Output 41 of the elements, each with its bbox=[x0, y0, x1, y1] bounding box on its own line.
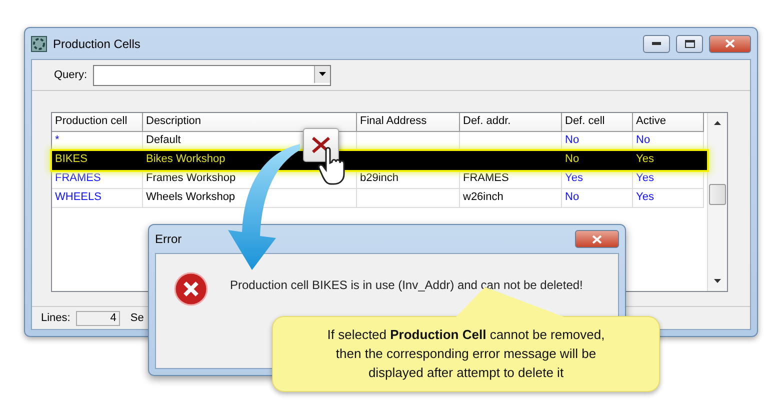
maximize-icon[interactable] bbox=[684, 40, 694, 48]
table-cell: w26inch bbox=[460, 189, 562, 208]
table-cell: FRAMES bbox=[52, 170, 143, 189]
column-header[interactable]: Def. cell bbox=[562, 113, 633, 132]
maximize-button[interactable] bbox=[676, 34, 703, 52]
table-cell: FRAMES bbox=[460, 170, 562, 189]
column-header[interactable]: Def. addr. bbox=[460, 113, 562, 132]
scrollbar[interactable] bbox=[707, 113, 727, 291]
error-icon bbox=[174, 272, 208, 306]
query-label: Query: bbox=[54, 69, 88, 81]
table-cell: No bbox=[562, 189, 633, 208]
table-cell: Yes bbox=[633, 189, 704, 208]
table-cell: No bbox=[562, 151, 633, 170]
column-header[interactable]: Final Address bbox=[357, 113, 460, 132]
delete-icon[interactable] bbox=[310, 135, 332, 155]
column-header[interactable]: Description bbox=[143, 113, 357, 132]
query-dropdown[interactable] bbox=[93, 64, 332, 86]
table-cell: BIKES bbox=[52, 151, 143, 170]
close-icon[interactable] bbox=[725, 39, 735, 48]
minimize-button[interactable] bbox=[643, 34, 670, 52]
window-title: Production Cells bbox=[53, 36, 142, 50]
scroll-down-icon[interactable] bbox=[714, 279, 721, 283]
table-cell: WHEELS bbox=[52, 189, 143, 208]
scroll-thumb[interactable] bbox=[709, 184, 726, 205]
column-header[interactable]: Active bbox=[633, 113, 704, 132]
delete-button[interactable] bbox=[303, 128, 339, 162]
table-cell: Yes bbox=[562, 170, 633, 189]
close-icon[interactable] bbox=[592, 234, 602, 244]
column-header[interactable]: Production cell bbox=[52, 113, 143, 132]
dialog-close-button[interactable] bbox=[575, 230, 619, 248]
status-label: Se bbox=[130, 312, 144, 324]
lines-count: 4 bbox=[76, 310, 120, 326]
lines-label: Lines: bbox=[41, 312, 70, 324]
scroll-up-icon[interactable] bbox=[714, 121, 721, 125]
dialog-title: Error bbox=[155, 232, 183, 246]
app-icon bbox=[31, 36, 47, 52]
table-cell: b29inch bbox=[357, 170, 460, 189]
table-cell: Yes bbox=[633, 170, 704, 189]
close-button[interactable] bbox=[709, 34, 751, 52]
table-cell: Yes bbox=[633, 151, 704, 170]
table-row[interactable]: BIKES Bikes Workshop No Yes bbox=[52, 151, 707, 170]
